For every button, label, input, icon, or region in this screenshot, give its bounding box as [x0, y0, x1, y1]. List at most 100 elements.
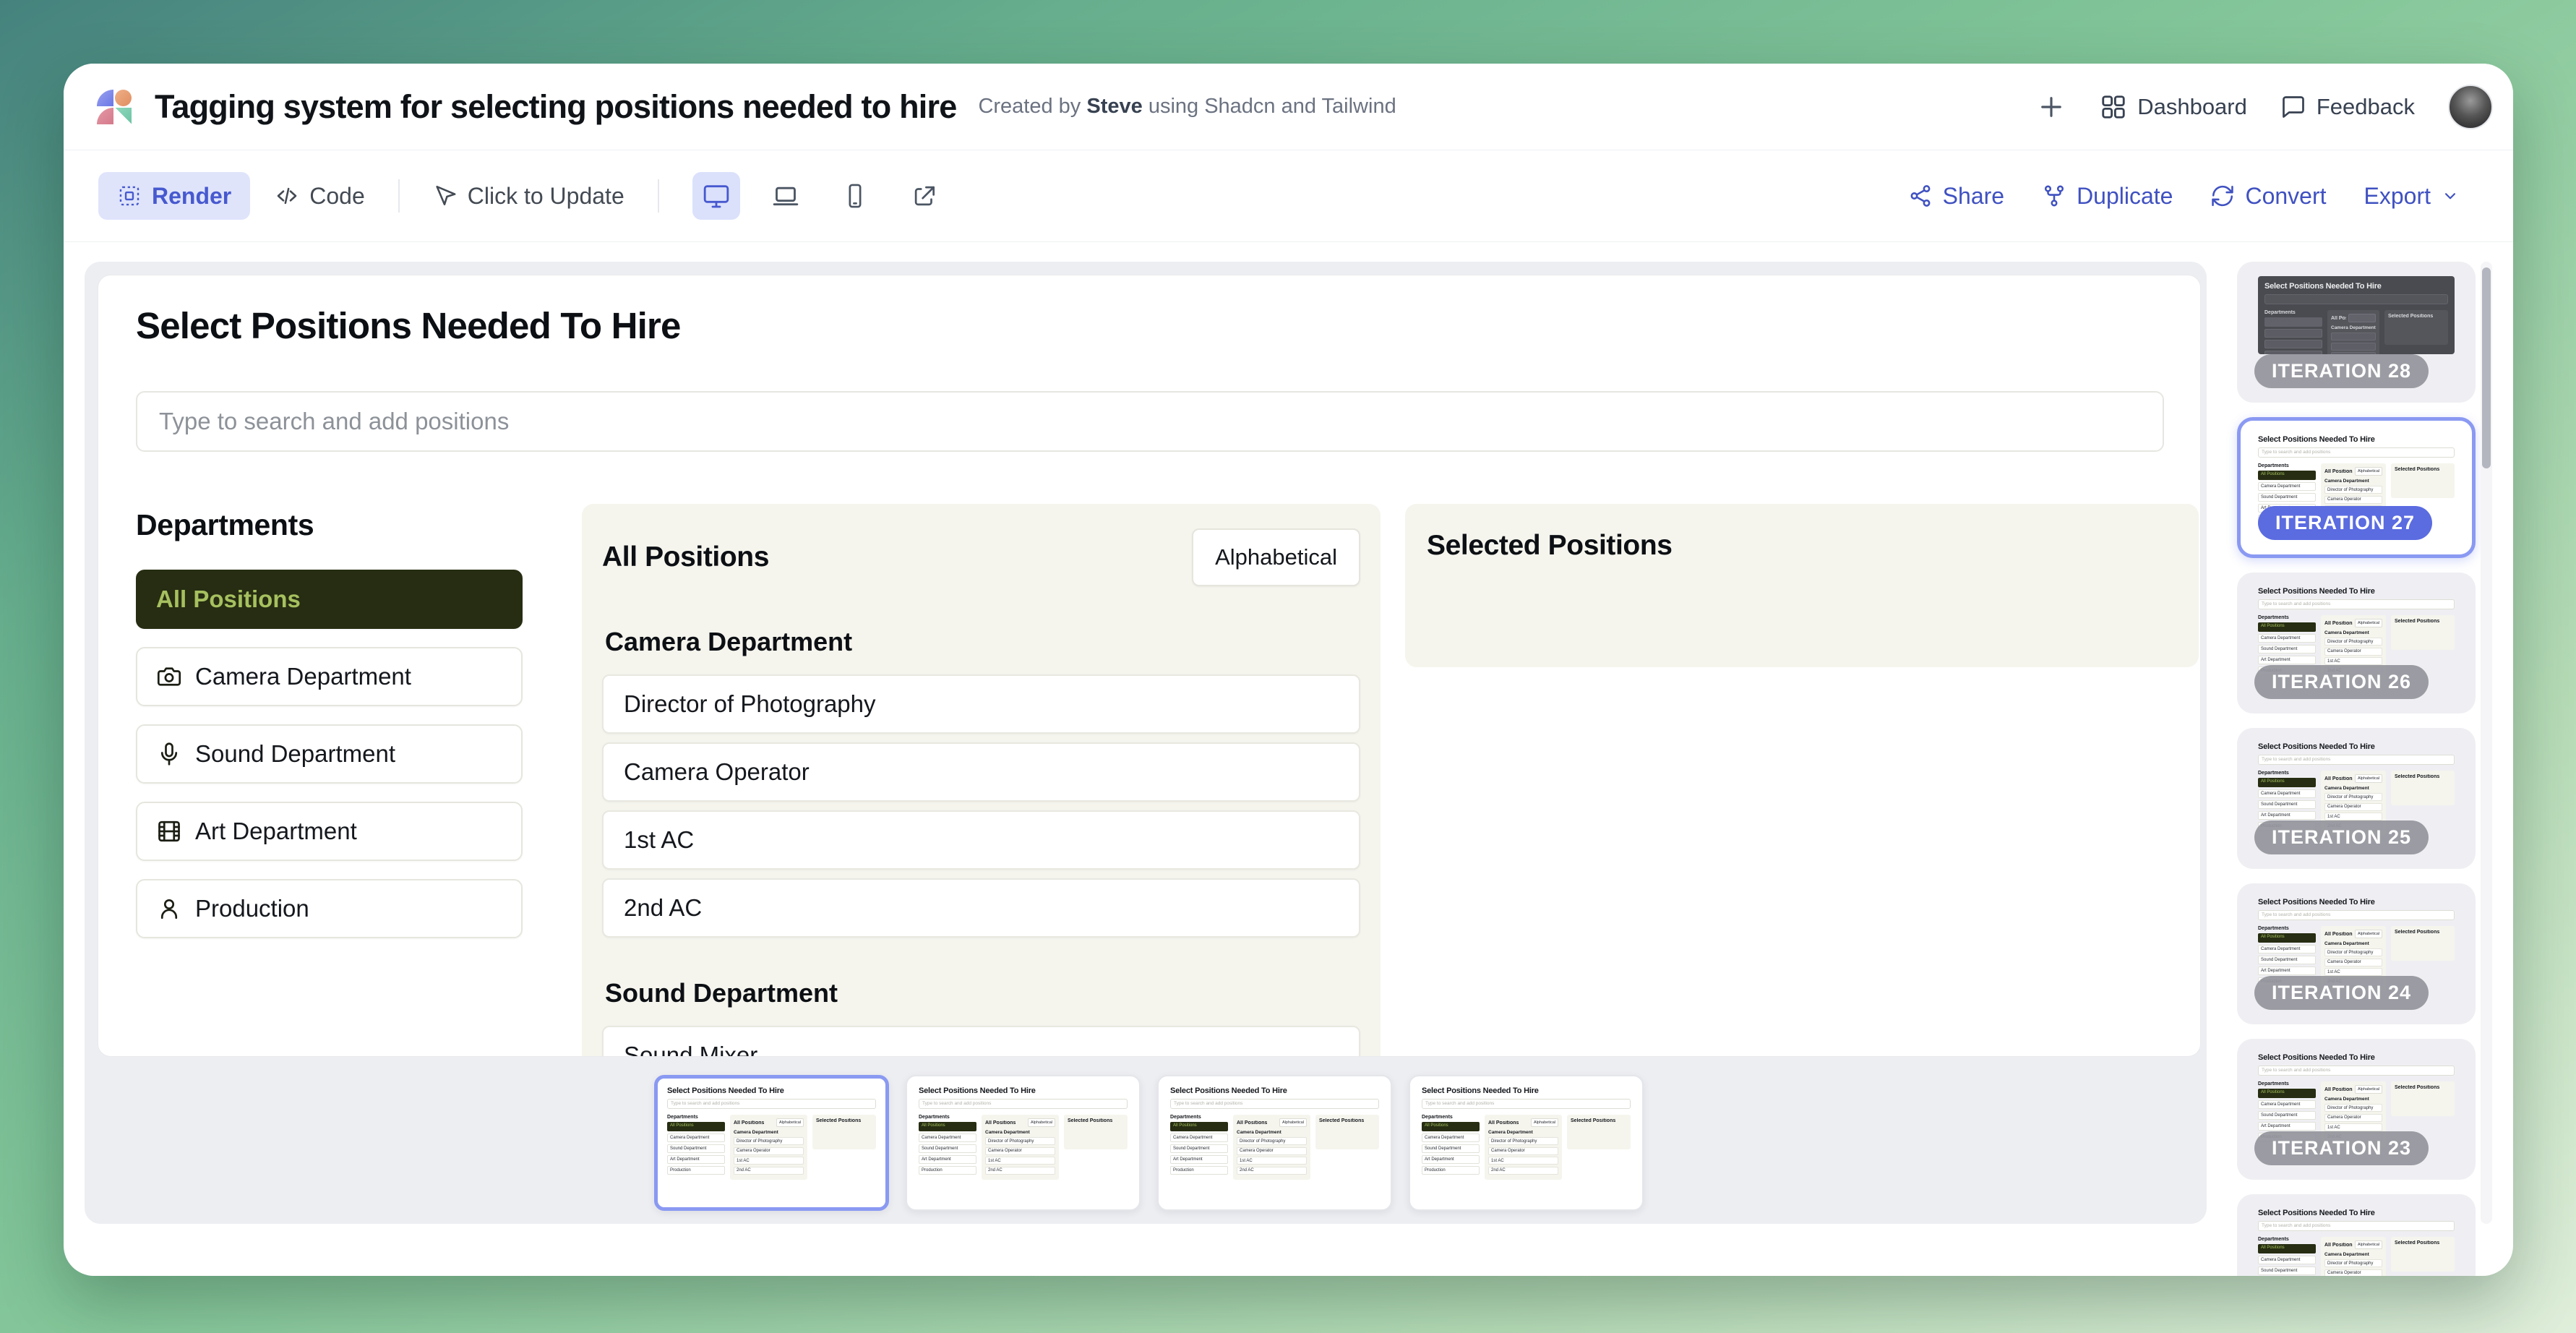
mini-preview-part: Camera Operator	[734, 1147, 804, 1155]
camera-icon	[156, 664, 182, 690]
mini-preview-part: Alphabetical	[1028, 1118, 1055, 1127]
new-project-button[interactable]	[2036, 92, 2066, 122]
mini-preview-part: Departments	[919, 1115, 976, 1120]
mini-preview-part: Selected Positions	[2391, 615, 2455, 650]
mini-preview-part: All PositionsAlphabetical	[2324, 619, 2382, 627]
mobile-view-button[interactable]	[831, 172, 879, 220]
department-all-positions[interactable]: All Positions	[136, 570, 523, 629]
mini-preview-part: Departments	[2258, 926, 2316, 931]
mini-preview-part: Camera Department	[1488, 1130, 1558, 1135]
mini-preview-part: Camera Department	[2258, 1256, 2316, 1264]
iteration-badge: ITERATION 25	[2254, 820, 2429, 854]
department-sound-department[interactable]: Sound Department	[136, 724, 523, 784]
department-art-department[interactable]: Art Department	[136, 802, 523, 861]
mini-preview-part: All PositionsAlphabetical	[2324, 774, 2382, 783]
mini-preview-part: Director of Photography	[2324, 486, 2382, 494]
mini-preview-part: All Positions	[2264, 317, 2322, 327]
mini-preview-part: Camera Department	[2258, 945, 2316, 953]
department-production[interactable]: Production	[136, 879, 523, 938]
user-avatar[interactable]	[2448, 85, 2493, 129]
position-item-2nd-ac[interactable]: 2nd AC	[602, 878, 1360, 938]
render-tab[interactable]: Render	[98, 172, 250, 220]
mini-preview: Select Positions Needed To HireType to s…	[2258, 1209, 2455, 1276]
mini-preview-part: Camera Department	[2331, 325, 2376, 330]
open-window-button[interactable]	[901, 172, 948, 220]
version-thumbnail-2[interactable]: Select Positions Needed To HireType to s…	[906, 1075, 1141, 1211]
version-thumbnail-3[interactable]: Select Positions Needed To HireType to s…	[1157, 1075, 1392, 1211]
laptop-view-button[interactable]	[762, 172, 810, 220]
desktop-view-button[interactable]	[692, 172, 740, 220]
iteration-card-iteration-23[interactable]: Select Positions Needed To HireType to s…	[2237, 1039, 2476, 1180]
code-tab[interactable]: Code	[275, 183, 365, 210]
dashboard-button[interactable]: Dashboard	[2100, 93, 2247, 121]
dashboard-icon	[2100, 93, 2127, 121]
sort-alphabetical-button[interactable]: Alphabetical	[1192, 528, 1360, 586]
logo-quadrant	[115, 108, 132, 124]
mini-preview-part: Select Positions Needed To Hire	[1170, 1086, 1379, 1095]
toolbar-divider	[398, 179, 400, 213]
mini-preview-part: Type to search and add positions	[919, 1099, 1128, 1109]
mic-icon	[156, 741, 182, 767]
iteration-card-iteration-24[interactable]: Select Positions Needed To HireType to s…	[2237, 883, 2476, 1024]
share-label: Share	[1943, 183, 2004, 210]
user-icon	[156, 896, 182, 922]
version-thumbnail-4[interactable]: Select Positions Needed To HireType to s…	[1409, 1075, 1644, 1211]
mini-preview-part: Director of Photography	[2331, 333, 2376, 340]
version-thumbnails-row: Select Positions Needed To Hire Type to s…	[654, 1075, 1644, 1211]
mini-preview-part: 2nd AC	[1488, 1167, 1558, 1175]
code-icon	[275, 184, 299, 208]
position-item-director-of-photography[interactable]: Director of Photography	[602, 674, 1360, 734]
mini-preview-part: Selected Positions	[1068, 1118, 1124, 1123]
share-button[interactable]: Share	[1908, 183, 2004, 210]
click-to-update-button[interactable]: Click to Update	[433, 183, 624, 210]
search-input[interactable]	[136, 391, 2164, 452]
mini-preview-part: Camera Operator	[1237, 1147, 1307, 1155]
mini-preview-part: Sound Department	[2258, 800, 2316, 809]
cursor-icon	[433, 184, 458, 208]
mini-preview-part: Select Positions Needed To Hire	[2258, 742, 2455, 751]
iteration-badge: ITERATION 28	[2254, 354, 2429, 388]
iteration-card-iteration-28[interactable]: Select Positions Needed To HireType to s…	[2237, 262, 2476, 403]
position-item-camera-operator[interactable]: Camera Operator	[602, 742, 1360, 802]
share-icon	[1908, 184, 1933, 208]
mini-preview: Select Positions Needed To HireType to s…	[2258, 276, 2455, 354]
iteration-card-iteration-26[interactable]: Select Positions Needed To HireType to s…	[2237, 573, 2476, 713]
mic-icon	[156, 741, 182, 767]
mini-preview-part: All Positions	[734, 1120, 764, 1126]
sidebar-scrollbar-thumb[interactable]	[2482, 267, 2491, 468]
mini-preview-part: Select Positions Needed To Hire	[2258, 1209, 2455, 1217]
mini-preview-part: Alphabetical	[2348, 314, 2376, 322]
iteration-card-iteration-27[interactable]: Select Positions Needed To HireType to s…	[2237, 417, 2476, 558]
app-columns: Departments All PositionsCamera Departme…	[136, 492, 2163, 1056]
created-by-prefix: Created by	[978, 95, 1086, 118]
export-button[interactable]: Export	[2364, 183, 2460, 210]
version-thumbnail-1[interactable]: Select Positions Needed To HireType to s…	[654, 1075, 889, 1211]
mini-preview-part: All Positions	[919, 1122, 976, 1131]
click-to-update-label: Click to Update	[468, 183, 624, 210]
iteration-card-iteration-25[interactable]: Select Positions Needed To HireType to s…	[2237, 728, 2476, 869]
mini-preview-part: Alphabetical	[776, 1118, 804, 1127]
position-item-1st-ac[interactable]: 1st AC	[602, 810, 1360, 870]
mini-preview-part: All PositionsAlphabeticalCamera Departme…	[730, 1115, 807, 1180]
duplicate-button[interactable]: Duplicate	[2042, 183, 2173, 210]
position-item-sound-mixer[interactable]: Sound Mixer	[602, 1026, 1360, 1057]
mini-preview-part: All Positions	[1422, 1122, 1480, 1131]
mini-preview-part: All Positions	[1237, 1120, 1267, 1126]
feedback-button[interactable]: Feedback	[2280, 94, 2415, 120]
positions-groups: Camera DepartmentDirector of Photography…	[602, 627, 1360, 1057]
mini-preview-part: Alphabetical	[2355, 930, 2382, 938]
mini-preview-part: Selected Positions	[812, 1115, 876, 1149]
mini-preview-part: Camera Operator	[2324, 803, 2382, 811]
convert-button[interactable]: Convert	[2210, 183, 2326, 210]
mini-preview-part: All Positions	[1488, 1120, 1519, 1126]
logo-icon[interactable]	[97, 90, 132, 124]
mini-preview-part: All PositionsAlphabetical	[2324, 930, 2382, 938]
mini-preview-part: 1st AC	[734, 1157, 804, 1165]
mini-preview-part: Art Department	[2258, 1122, 2316, 1131]
department-camera-department[interactable]: Camera Department	[136, 647, 523, 706]
mini-preview-part: Selected Positions	[2395, 1085, 2451, 1090]
mini-preview-part: Selected Positions	[1064, 1115, 1128, 1149]
departments-column: Departments All PositionsCamera Departme…	[136, 492, 523, 956]
iteration-card-partial[interactable]: Select Positions Needed To HireType to s…	[2237, 1194, 2476, 1276]
convert-label: Convert	[2245, 183, 2326, 210]
